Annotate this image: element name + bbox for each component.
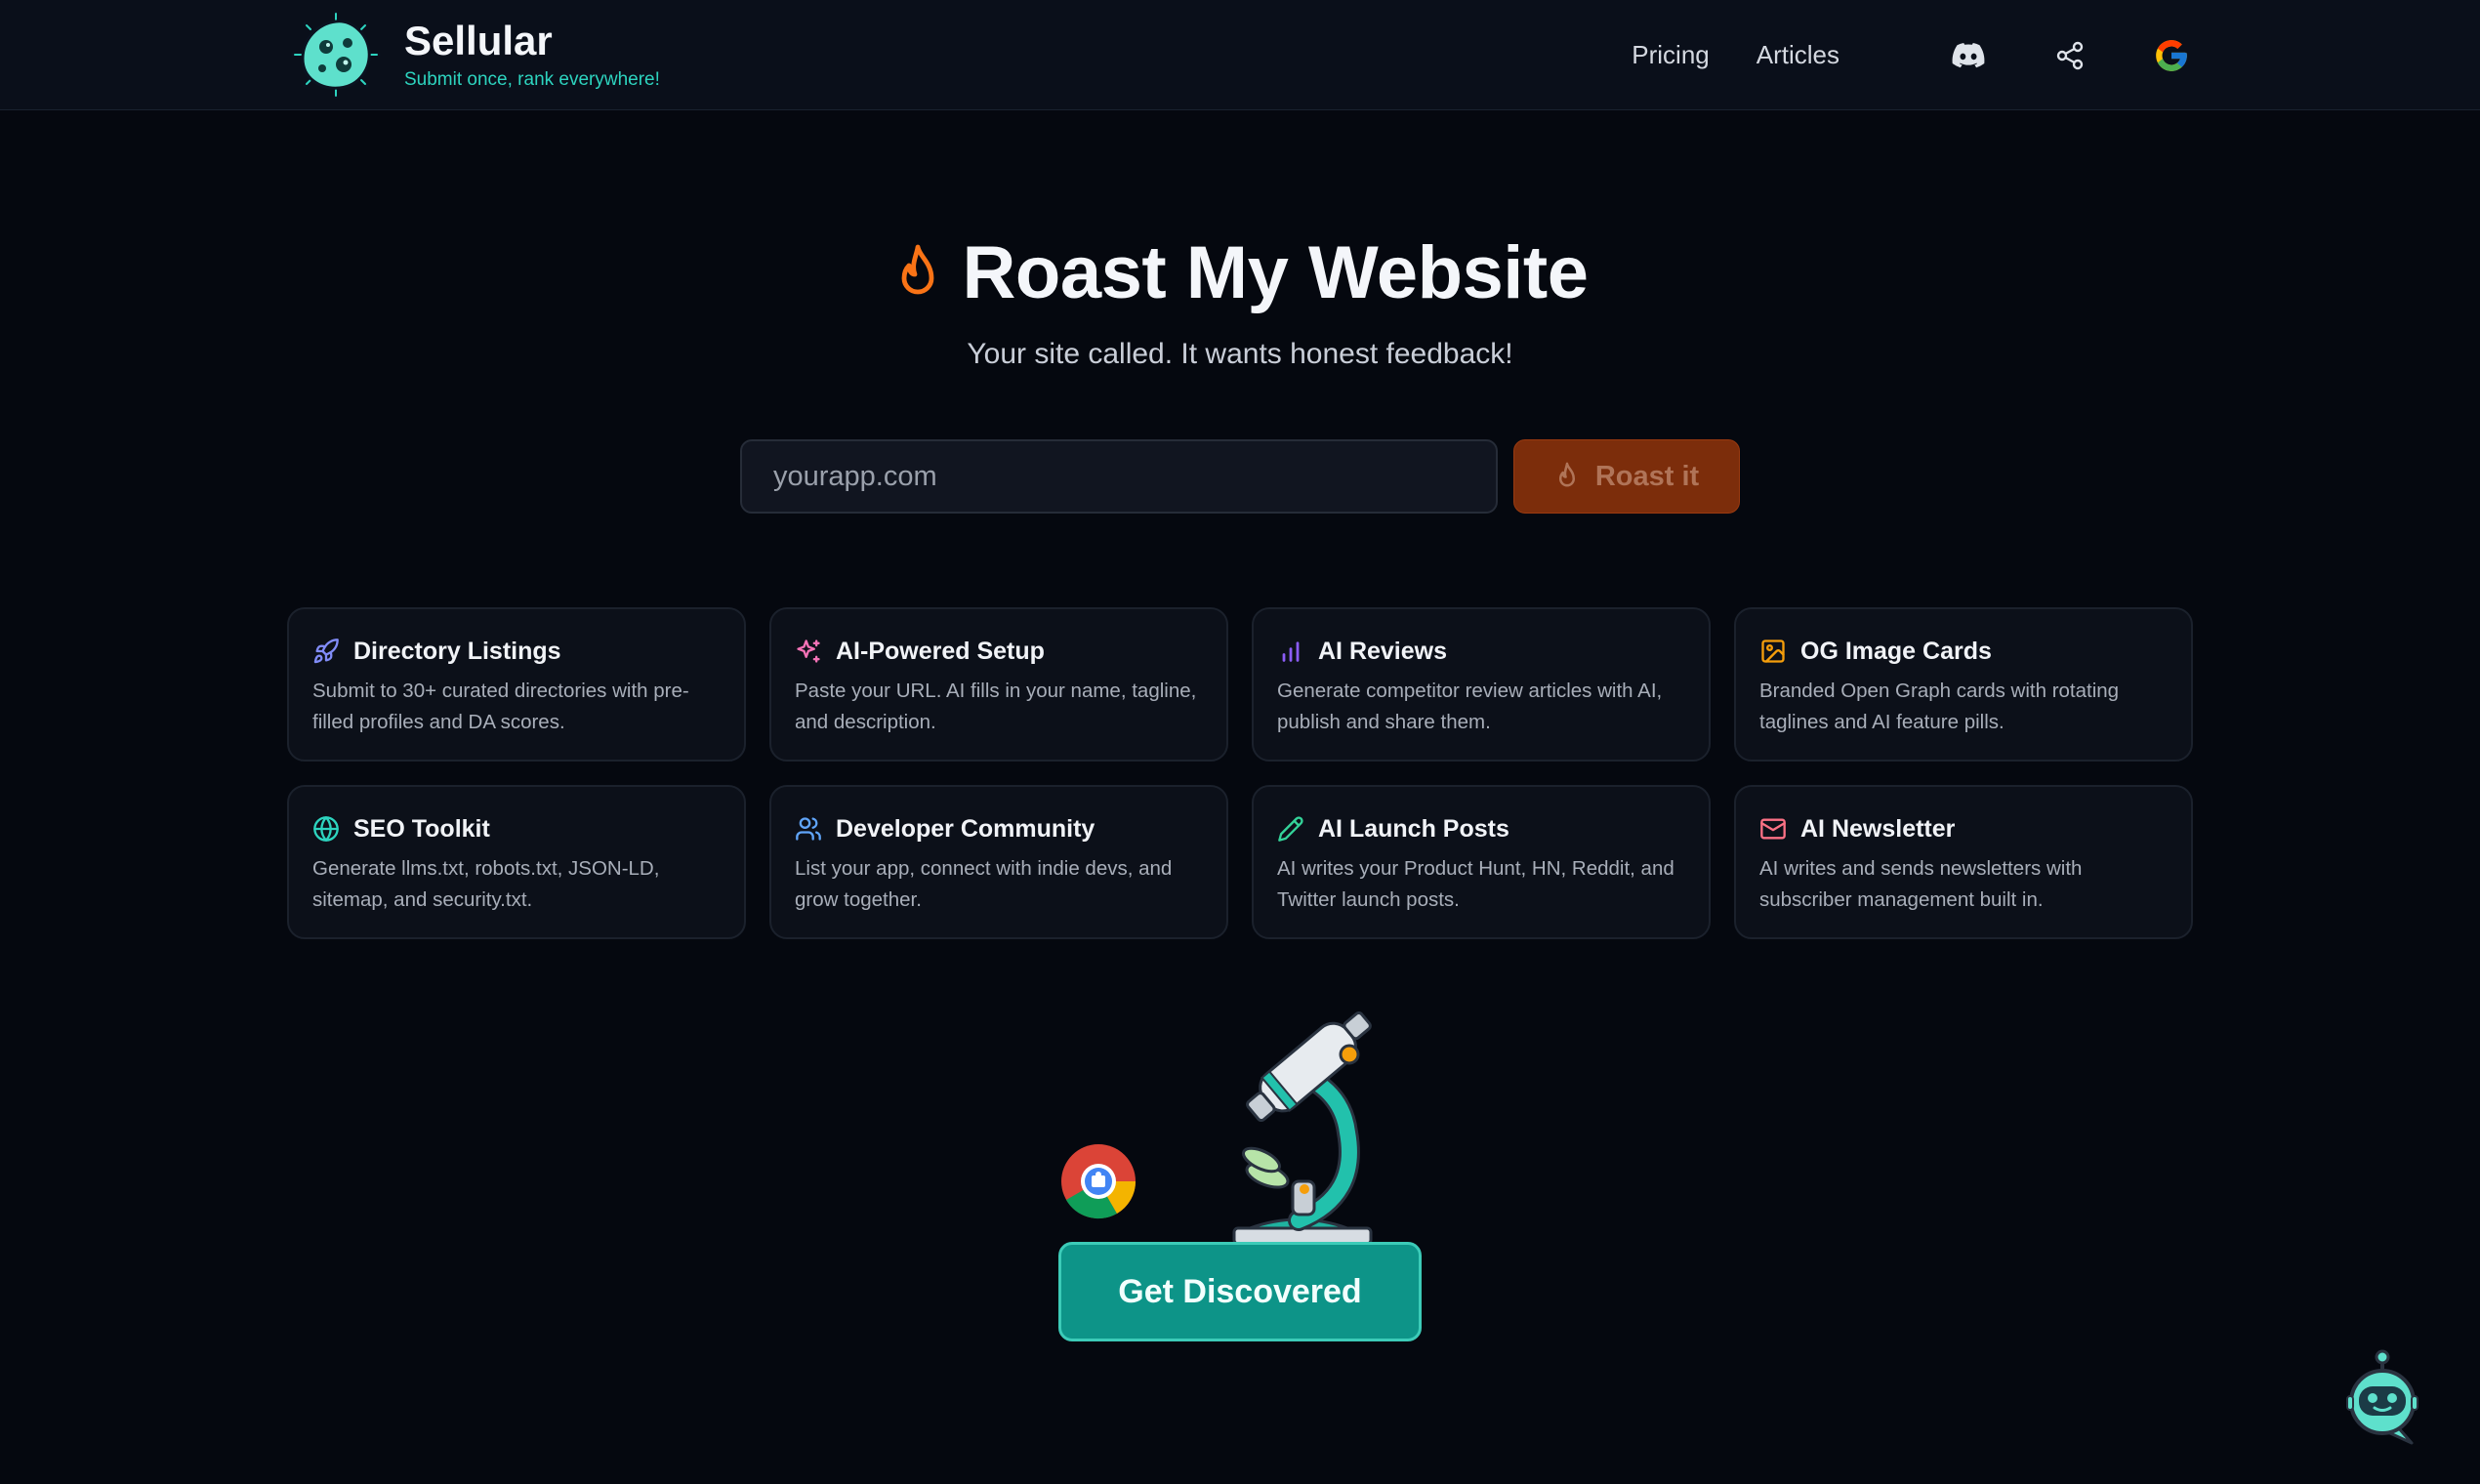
feature-description: AI writes and sends newsletters with sub… (1759, 857, 2083, 911)
feature-title: AI Reviews (1318, 637, 1448, 665)
discord-icon[interactable] (1949, 36, 1988, 75)
feature-description: Paste your URL. AI fills in your name, t… (795, 680, 1197, 733)
feature-title: AI Launch Posts (1318, 814, 1509, 843)
nav-articles-link[interactable]: Articles (1757, 40, 1839, 70)
google-icon[interactable] (2152, 36, 2191, 75)
chatbot-icon[interactable] (2343, 1349, 2421, 1447)
users-icon (796, 817, 821, 841)
page-title: Roast My Website (962, 231, 1589, 314)
flame-icon (901, 244, 933, 294)
pencil-icon (1278, 816, 1303, 842)
chrome-extension-icon (1061, 1144, 1137, 1219)
share-icon[interactable] (2050, 36, 2089, 75)
roast-form: Roast it (740, 439, 1740, 514)
page-subtitle: Your site called. It wants honest feedba… (967, 338, 1513, 370)
hero-heading: Roast My Website (0, 230, 2480, 315)
feature-title: OG Image Cards (1800, 637, 1992, 665)
feature-card-developer-community: Developer Community List your app, conne… (769, 785, 1228, 939)
bar-chart-icon (1282, 641, 1300, 662)
site-header: Sellular Submit once, rank everywhere! P… (0, 0, 2480, 110)
feature-title: AI Newsletter (1800, 814, 1956, 843)
feature-title: Directory Listings (353, 637, 561, 665)
flame-icon (1558, 462, 1575, 487)
brand[interactable]: Sellular Submit once, rank everywhere! (289, 8, 660, 102)
brand-name: Sellular (404, 17, 553, 63)
microscope-illustration (1061, 1011, 1373, 1245)
get-discovered-button[interactable]: Get Discovered (1058, 1242, 1422, 1341)
roast-it-label: Roast it (1594, 460, 1700, 492)
feature-title: Developer Community (836, 814, 1095, 843)
globe-icon (313, 816, 339, 842)
feature-card-ai-newsletter: AI Newsletter AI writes and sends newsle… (1734, 785, 2193, 939)
sellular-logo-icon (291, 10, 381, 100)
main-nav: Pricing Articles (1632, 0, 2191, 110)
feature-title: SEO Toolkit (353, 814, 490, 843)
feature-title: AI-Powered Setup (836, 637, 1045, 665)
mail-icon (1760, 818, 1786, 840)
roast-it-button[interactable]: Roast it (1513, 439, 1740, 514)
feature-grid: Directory Listings Submit to 30+ curated… (287, 607, 2193, 939)
feature-card-seo-toolkit: SEO Toolkit Generate llms.txt, robots.tx… (287, 785, 746, 939)
feature-card-directory-listings: Directory Listings Submit to 30+ curated… (287, 607, 746, 762)
feature-card-ai-powered-setup: AI-Powered Setup Paste your URL. AI fill… (769, 607, 1228, 762)
nav-pricing-link[interactable]: Pricing (1632, 40, 1709, 70)
feature-description: AI writes your Product Hunt, HN, Reddit,… (1277, 857, 1674, 911)
feature-description: Generate competitor review articles with… (1277, 680, 1663, 733)
feature-card-og-image-cards: OG Image Cards Branded Open Graph cards … (1734, 607, 2193, 762)
feature-description: List your app, connect with indie devs, … (795, 857, 1173, 911)
rocket-icon (313, 639, 339, 664)
microscope-icon (1232, 1011, 1373, 1245)
sparkles-icon (797, 639, 820, 663)
feature-card-ai-reviews: AI Reviews Generate competitor review ar… (1252, 607, 1711, 762)
image-icon (1761, 639, 1785, 663)
feature-description: Generate llms.txt, robots.txt, JSON-LD, … (312, 857, 660, 911)
feature-description: Submit to 30+ curated directories with p… (312, 680, 689, 733)
feature-description: Branded Open Graph cards with rotating t… (1759, 680, 2120, 733)
brand-tagline: Submit once, rank everywhere! (404, 69, 660, 91)
url-input[interactable] (740, 439, 1498, 514)
feature-card-ai-launch-posts: AI Launch Posts AI writes your Product H… (1252, 785, 1711, 939)
